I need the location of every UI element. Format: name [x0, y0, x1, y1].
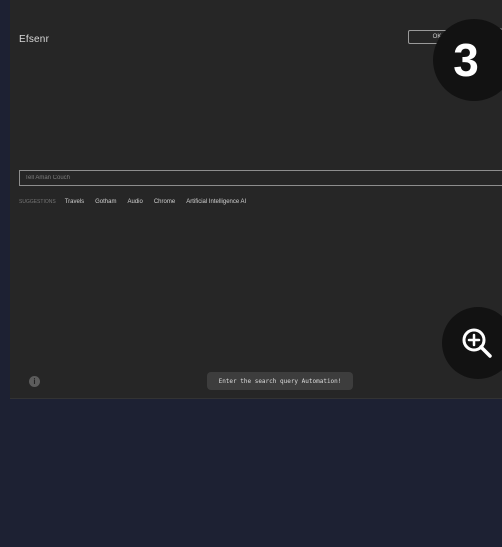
info-icon[interactable]: i [29, 376, 40, 387]
tooltip: Enter the search query Automation! [207, 372, 353, 390]
suggestion-chip-chrome[interactable]: Chrome [154, 199, 175, 205]
suggestion-chip-gotham[interactable]: Gotham [95, 199, 116, 205]
suggestion-chip-ai[interactable]: Artificial Intelligence AI [186, 199, 246, 205]
suggestion-row: SUGGESTIONS Travels Gotham Audio Chrome … [19, 197, 257, 207]
suggestion-chip-travels[interactable]: Travels [65, 199, 84, 205]
app-logo: Efsenr [19, 34, 50, 45]
app-window: Efsenr OK SUGGESTIONS Travels Gotham Aud… [10, 0, 502, 399]
suggestions-label: SUGGESTIONS [19, 199, 56, 205]
search-input[interactable] [19, 170, 502, 186]
suggestion-chip-audio[interactable]: Audio [127, 199, 142, 205]
zoom-in-icon [462, 328, 492, 358]
